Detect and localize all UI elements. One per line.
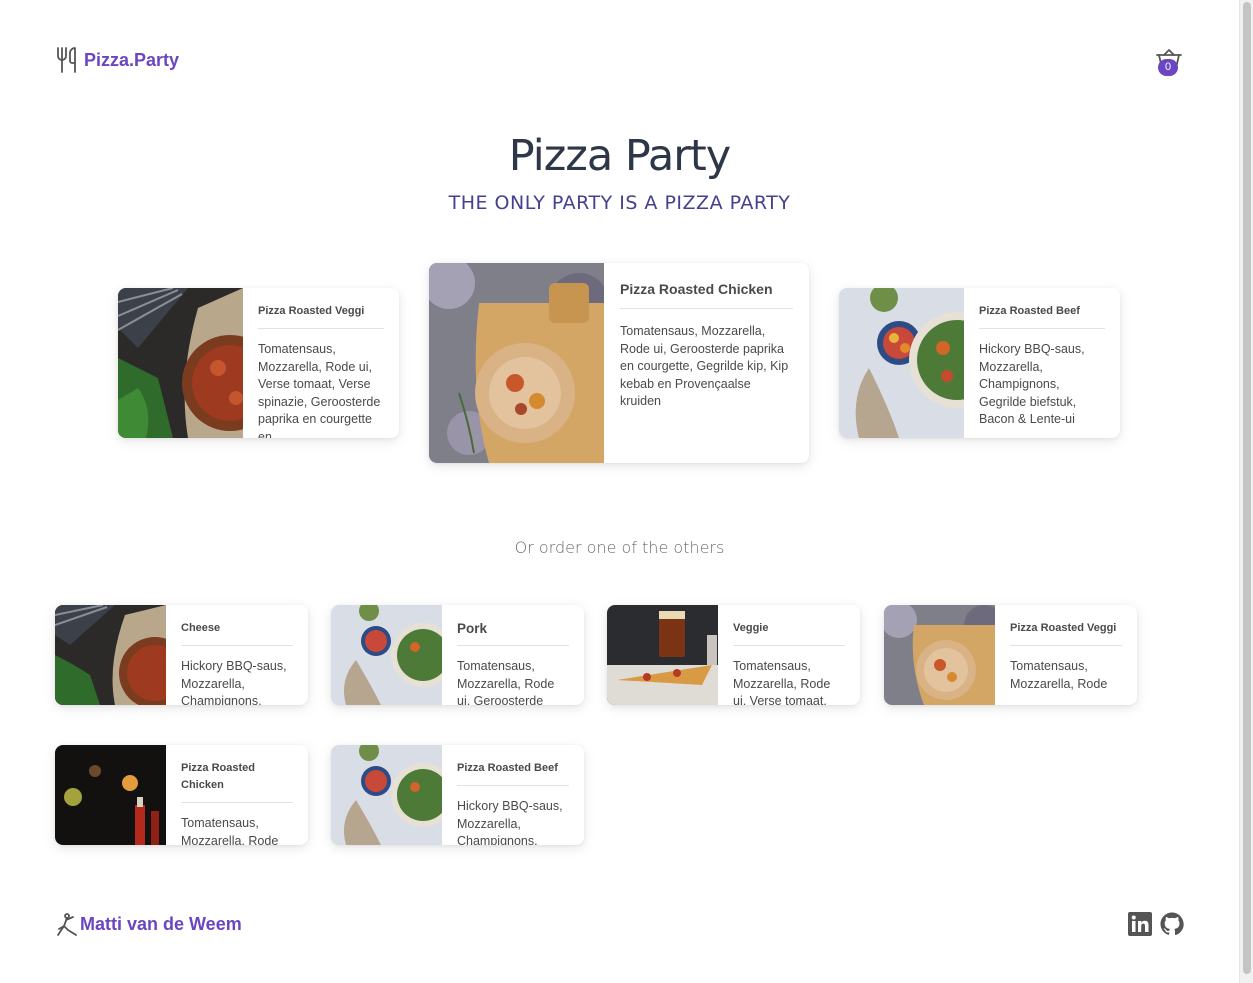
card-description: Hickory BBQ-saus, Mozzarella, Champignon… (457, 799, 563, 845)
card-title: Cheese (181, 620, 293, 646)
card-title: Pork (457, 620, 569, 646)
pizza-card[interactable]: Pizza Roasted Chicken Tomatensaus, Mozza… (55, 745, 308, 845)
card-title: Veggie (733, 620, 845, 646)
featured-card[interactable]: Pizza Roasted Beef Hickory BBQ-saus, Moz… (839, 288, 1120, 438)
card-title: Pizza Roasted Chicken (620, 279, 793, 309)
card-description: Tomatensaus, Mozzarella, Rode ui, Geroos… (457, 659, 555, 705)
github-link[interactable] (1160, 912, 1184, 936)
pizza-photo (55, 605, 166, 705)
pizza-photo (429, 263, 604, 463)
card-body: Veggie Tomatensaus, Mozzarella, Rode ui,… (718, 605, 860, 705)
pizza-card[interactable]: Veggie Tomatensaus, Mozzarella, Rode ui,… (607, 605, 860, 705)
card-description: Tomatensaus, Mozzarella, Rode ui, Verse … (258, 342, 381, 438)
pizza-photo (55, 745, 166, 845)
hero: Pizza Party THE ONLY PARTY IS A PIZZA PA… (0, 128, 1239, 216)
social-links (1128, 912, 1184, 936)
pizza-card[interactable]: Pizza Roasted Beef Hickory BBQ-saus, Moz… (331, 745, 584, 845)
pizza-photo (884, 605, 995, 705)
author-link[interactable]: Matti van de Weem (56, 912, 242, 937)
tagline: THE ONLY PARTY IS A PIZZA PARTY (448, 192, 791, 214)
pizza-photo (839, 288, 964, 438)
brand-link[interactable]: Pizza.Party (56, 46, 179, 74)
pizza-card[interactable]: Pork Tomatensaus, Mozzarella, Rode ui, G… (331, 605, 584, 705)
card-title: Pizza Roasted Chicken (181, 760, 293, 803)
others-heading: Or order one of the others (514, 538, 725, 557)
card-description: Tomatensaus, Mozzarella, Rode ui, Geroos… (620, 324, 789, 409)
scrollbar-thumb[interactable] (1243, 2, 1251, 974)
card-title: Pizza Roasted Beef (979, 303, 1105, 329)
card-body: Pizza Roasted Chicken Tomatensaus, Mozza… (604, 263, 809, 463)
card-description: Tomatensaus, Mozzarella, Rode (181, 816, 279, 845)
footer: Matti van de Weem (56, 912, 1184, 944)
card-description: Tomatensaus, Mozzarella, Rode ui, Verse … (733, 659, 831, 705)
pizza-photo (607, 605, 718, 705)
pizza-card[interactable]: Cheese Hickory BBQ-saus, Mozzarella, Cha… (55, 605, 308, 705)
pizza-photo (331, 745, 442, 845)
card-description: Hickory BBQ-saus, Mozzarella, Champignon… (181, 659, 287, 705)
card-body: Pizza Roasted Beef Hickory BBQ-saus, Moz… (442, 745, 584, 845)
yoga-figure-icon (57, 913, 77, 936)
linkedin-link[interactable] (1128, 912, 1152, 936)
brand-name: Pizza.Party (84, 50, 180, 70)
card-body: Pizza Roasted Veggi Tomatensaus, Mozzare… (243, 288, 399, 438)
pizza-photo (118, 288, 243, 438)
pizza-card[interactable]: Pizza Roasted Veggi Tomatensaus, Mozzare… (884, 605, 1137, 705)
card-body: Cheese Hickory BBQ-saus, Mozzarella, Cha… (166, 605, 308, 705)
card-description: Hickory BBQ-saus, Mozzarella, Champignon… (979, 342, 1085, 427)
page-scrollbar[interactable] (1239, 0, 1253, 983)
featured-card[interactable]: Pizza Roasted Veggi Tomatensaus, Mozzare… (118, 288, 399, 438)
author-name: Matti van de Weem (80, 914, 242, 934)
card-title: Pizza Roasted Beef (457, 760, 569, 786)
github-icon (1160, 912, 1184, 936)
pizza-photo (331, 605, 442, 705)
featured-card-highlighted[interactable]: Pizza Roasted Chicken Tomatensaus, Mozza… (429, 263, 809, 463)
utensils-icon (57, 47, 76, 73)
card-body: Pizza Roasted Chicken Tomatensaus, Mozza… (166, 745, 308, 845)
cart-count-badge: 0 (1158, 59, 1178, 76)
card-title: Pizza Roasted Veggi (258, 303, 384, 329)
linkedin-icon (1128, 912, 1152, 936)
card-body: Pork Tomatensaus, Mozzarella, Rode ui, G… (442, 605, 584, 705)
card-body: Pizza Roasted Veggi Tomatensaus, Mozzare… (995, 605, 1137, 705)
top-navigation: Pizza.Party 0 (56, 46, 1184, 86)
card-description: Tomatensaus, Mozzarella, Rode (1010, 659, 1108, 691)
cart-button[interactable]: 0 (1154, 46, 1184, 78)
page-title: Pizza Party (508, 131, 731, 181)
card-title: Pizza Roasted Veggi (1010, 620, 1122, 646)
card-body: Pizza Roasted Beef Hickory BBQ-saus, Moz… (964, 288, 1120, 438)
